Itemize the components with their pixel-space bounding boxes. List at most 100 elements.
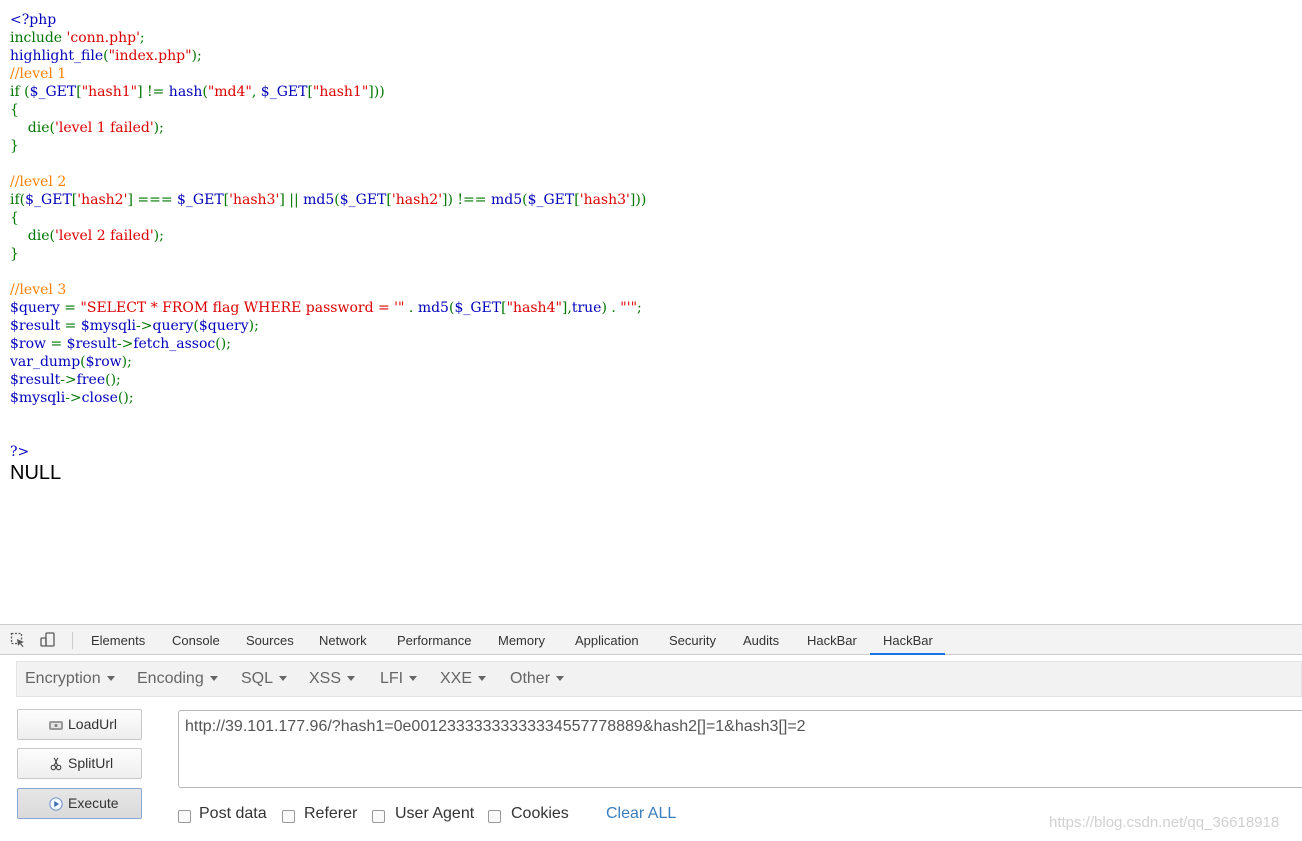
referer-label: Referer (304, 805, 358, 822)
scissors-icon (50, 757, 62, 771)
code-token: md5 (303, 192, 335, 208)
code-token: $row (85, 354, 122, 370)
chevron-down-icon (279, 676, 288, 682)
menu-xss-label: XSS (309, 670, 342, 687)
menu-other-label: Other (510, 670, 551, 687)
menu-xss[interactable]: XSS (309, 662, 356, 696)
execute-button[interactable]: Execute (17, 788, 142, 819)
user-agent-checkbox[interactable] (372, 810, 385, 823)
var-dump-output: NULL (10, 462, 62, 484)
code-token: ?> (10, 444, 30, 460)
code-token: -> (136, 318, 153, 334)
cookies-checkbox[interactable] (488, 810, 501, 823)
code-token: "hash1" (312, 84, 369, 100)
code-line: { (10, 101, 646, 119)
code-token: ); (153, 228, 164, 244)
code-token: "hash4" (506, 300, 562, 316)
tab-performance[interactable]: Performance (397, 625, 471, 655)
code-token: = (64, 300, 81, 316)
code-token: . (611, 300, 621, 316)
code-line: //level 2 (10, 173, 646, 191)
code-token: $_GET (527, 192, 575, 208)
code-token: . (408, 300, 418, 316)
clear-all-link[interactable]: Clear ALL (606, 805, 676, 823)
code-token: 'hash2' (391, 192, 443, 208)
code-token: 'hash3' (229, 192, 280, 208)
device-toolbar-icon[interactable] (40, 632, 56, 648)
code-token: === (137, 192, 178, 208)
tab-audits[interactable]: Audits (743, 625, 779, 655)
code-token: (); (117, 390, 134, 406)
code-line: { (10, 209, 646, 227)
code-token: $result (66, 336, 117, 352)
split-url-label: SplitUrl (68, 755, 114, 771)
menu-other[interactable]: Other (510, 662, 565, 696)
menu-xxe[interactable]: XXE (440, 662, 487, 696)
load-url-label: LoadUrl (68, 716, 118, 732)
tab-application[interactable]: Application (575, 625, 639, 655)
code-line: $mysqli->close(); (10, 389, 646, 407)
code-token: //level 3 (10, 282, 67, 298)
chevron-down-icon (556, 676, 565, 682)
code-token: { (10, 210, 19, 226)
tab-elements[interactable]: Elements (91, 625, 145, 655)
menu-sql[interactable]: SQL (241, 662, 288, 696)
code-line: $query = "SELECT * FROM flag WHERE passw… (10, 299, 646, 317)
tab-hackbar[interactable]: HackBar (807, 625, 857, 655)
chevron-down-icon (478, 676, 487, 682)
code-token: (); (105, 372, 121, 388)
menu-lfi[interactable]: LFI (380, 662, 418, 696)
code-token: 'level 1 failed' (55, 120, 154, 136)
code-token: $_GET (454, 300, 502, 316)
watermark: https://blog.csdn.net/qq_36618918 (1049, 814, 1280, 831)
menu-encoding[interactable]: Encoding (137, 662, 218, 696)
referer-checkbox[interactable] (282, 810, 295, 823)
code-token: $query (10, 300, 65, 316)
code-token: $mysqli (80, 318, 137, 334)
code-token: ] (127, 192, 138, 208)
code-token: $mysqli (10, 390, 66, 406)
code-token: $_GET (339, 192, 387, 208)
code-token: fetch_assoc (133, 336, 216, 352)
tab-hackbar-active[interactable]: HackBar (883, 625, 933, 655)
code-token: "md4" (207, 84, 252, 100)
menu-sql-label: SQL (241, 670, 274, 687)
code-token: $result (10, 318, 65, 334)
split-url-button[interactable]: SplitUrl (17, 748, 142, 779)
inspect-element-icon[interactable] (10, 632, 26, 648)
menu-encryption[interactable]: Encryption (25, 662, 115, 696)
code-token: md5 (490, 192, 523, 208)
tab-console[interactable]: Console (172, 625, 220, 655)
tab-network[interactable]: Network (319, 625, 367, 655)
code-token: <?php (10, 12, 57, 28)
code-token: ])) (368, 84, 385, 100)
code-line: } (10, 245, 646, 263)
post-data-label: Post data (199, 805, 267, 822)
toolbar-separator (72, 632, 73, 649)
tab-security[interactable]: Security (669, 625, 716, 655)
code-token: $_GET (177, 192, 224, 208)
code-token: } (10, 138, 19, 154)
code-token: //level 2 (10, 174, 67, 190)
code-token: -> (60, 372, 77, 388)
load-url-button[interactable]: LoadUrl (17, 709, 142, 740)
url-textarea[interactable]: http://39.101.177.96/?hash1=0e0012333333… (178, 710, 1302, 788)
code-token: md5 (417, 300, 449, 316)
code-token: ) (601, 300, 612, 316)
code-token: || (289, 192, 304, 208)
post-data-checkbox[interactable] (178, 810, 191, 823)
code-line: var_dump($row); (10, 353, 646, 371)
chevron-down-icon (347, 676, 356, 682)
cookies-label: Cookies (511, 805, 569, 822)
code-line: $result = $mysqli->query($query); (10, 317, 646, 335)
code-token: ); (248, 318, 259, 334)
code-token: = (64, 318, 81, 334)
code-token: $_GET (29, 84, 77, 100)
code-line: //level 1 (10, 65, 646, 83)
code-token: die (10, 120, 50, 136)
tab-sources[interactable]: Sources (246, 625, 294, 655)
tab-memory[interactable]: Memory (498, 625, 545, 655)
